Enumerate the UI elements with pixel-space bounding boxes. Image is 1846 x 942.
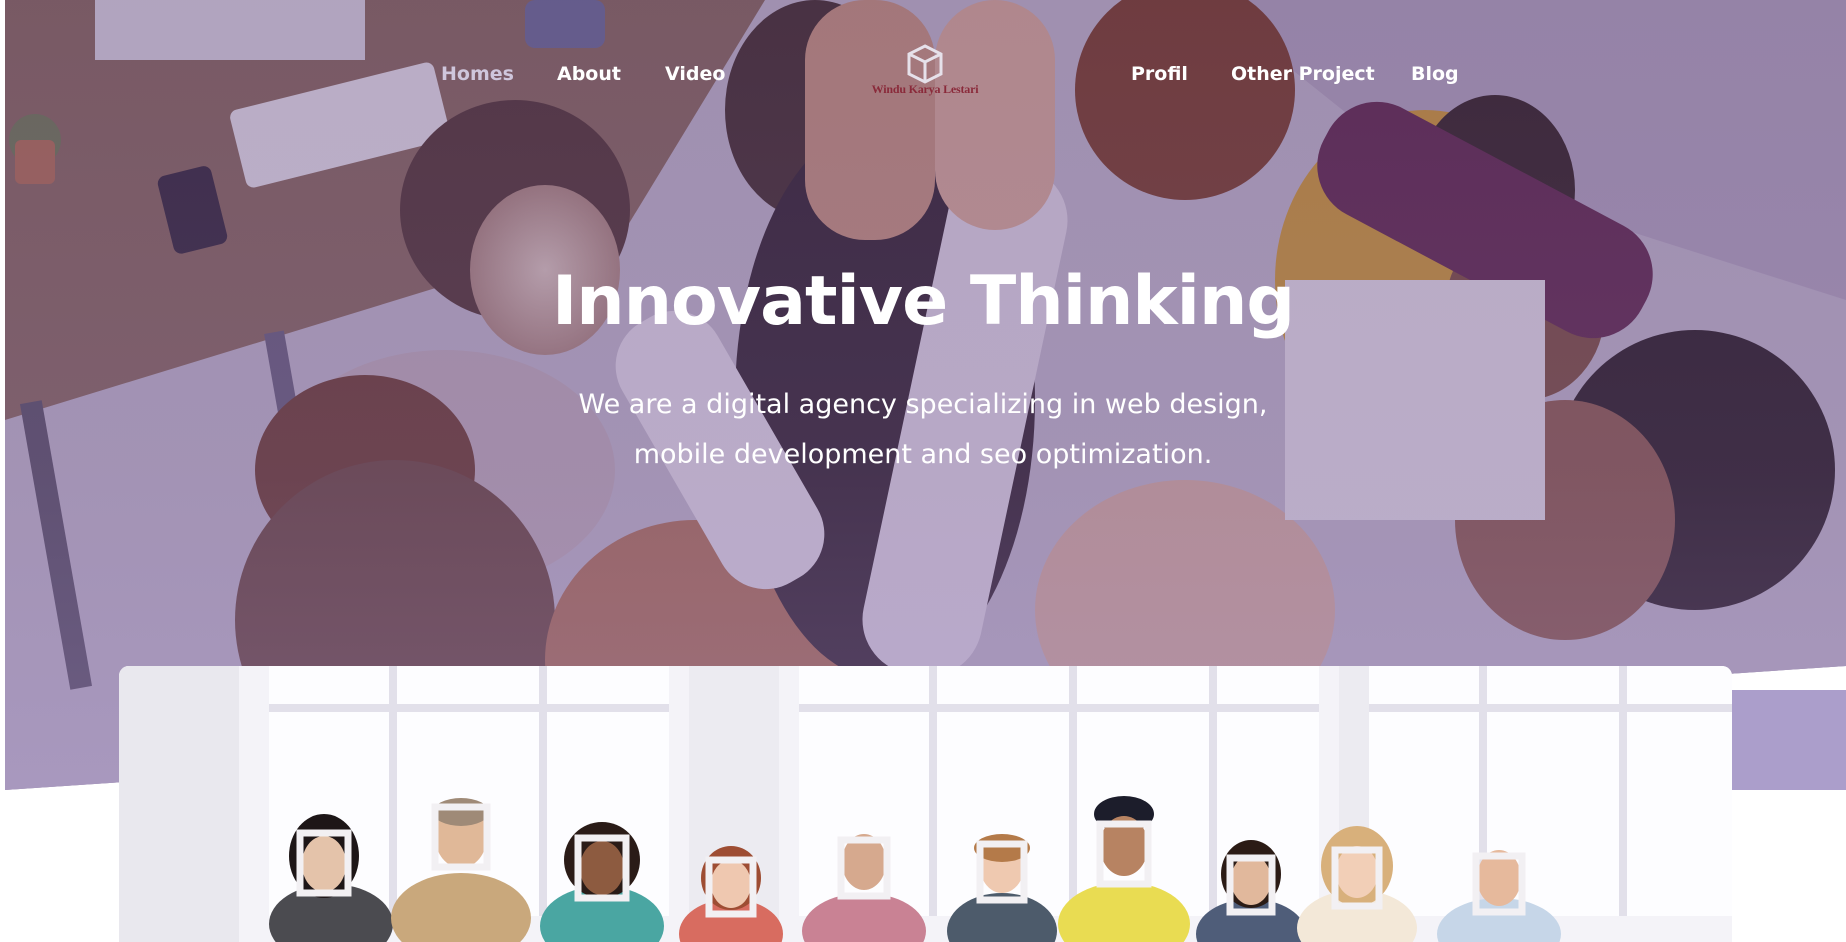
team-image-card [119, 666, 1732, 942]
nav-item-about[interactable]: About [557, 60, 621, 88]
site-logo[interactable]: Windu Karya Lestari [868, 44, 982, 104]
page: Homes About Video Profil Other Project B… [0, 0, 1846, 942]
team-photo [119, 666, 1732, 942]
nav-item-blog[interactable]: Blog [1411, 60, 1459, 88]
hero-title: Innovative Thinking [551, 262, 1295, 341]
hero-subtitle: We are a digital agency specializing in … [578, 389, 1268, 470]
nav-item-homes[interactable]: Homes [441, 60, 514, 88]
cube-logo-icon [907, 44, 943, 84]
nav-item-other-project[interactable]: Other Project [1231, 60, 1375, 88]
logo-text: Windu Karya Lestari [871, 82, 979, 96]
nav-item-profil[interactable]: Profil [1131, 60, 1188, 88]
nav-item-video[interactable]: Video [665, 60, 725, 88]
